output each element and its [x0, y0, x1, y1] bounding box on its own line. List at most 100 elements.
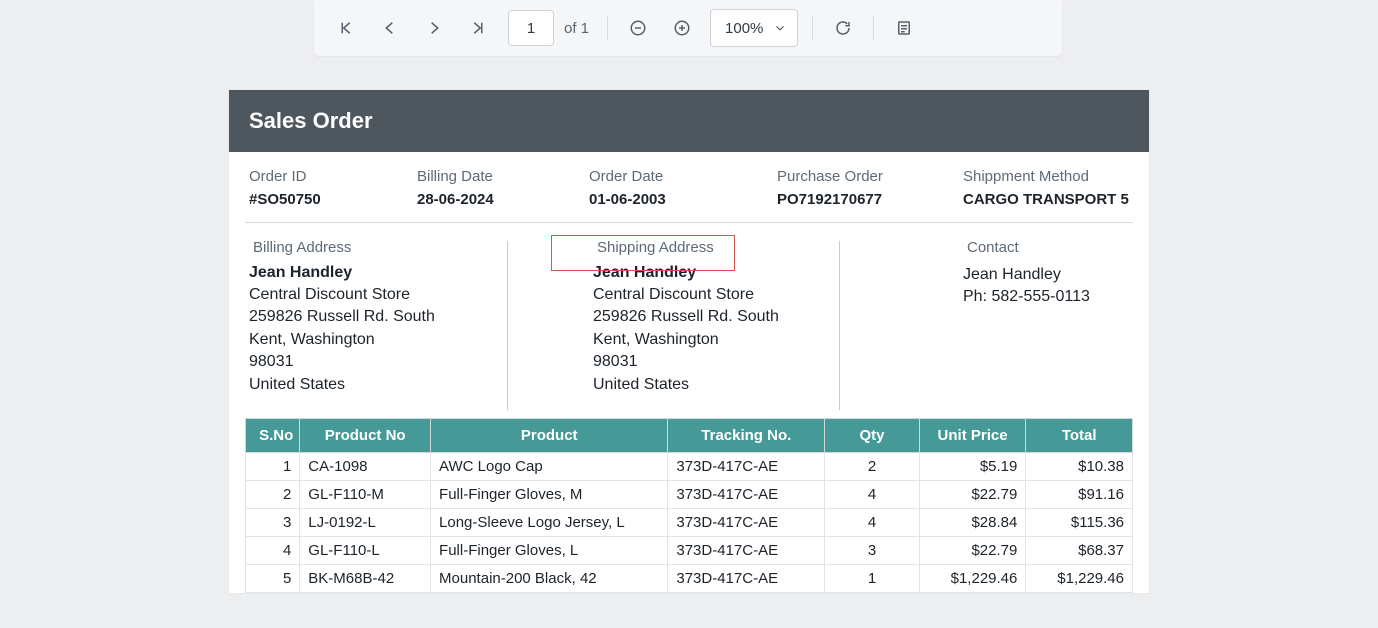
first-page-button[interactable] — [326, 8, 366, 48]
col-total: Total — [1026, 418, 1133, 452]
cell-qty: 1 — [825, 564, 920, 592]
col-tracking: Tracking No. — [668, 418, 825, 452]
zoom-in-button[interactable] — [662, 8, 702, 48]
meta-section: Order ID #SO50750 Billing Date 28-06-202… — [229, 152, 1149, 222]
billing-name: Jean Handley — [249, 264, 569, 282]
report-title: Sales Order — [229, 90, 1149, 152]
table-row: 1CA-1098AWC Logo Cap373D-417C-AE2$5.19$1… — [246, 452, 1133, 480]
cell-productno: BK-M68B-42 — [300, 564, 431, 592]
page-icon — [895, 19, 913, 37]
page-total-label: of 1 — [564, 20, 589, 37]
page-number-input[interactable] — [508, 10, 554, 46]
billing-country: United States — [249, 374, 569, 396]
cell-unitprice: $22.79 — [919, 480, 1026, 508]
chevron-right-icon — [425, 19, 443, 37]
report-toolbar: of 1 100% — [314, 0, 1062, 56]
cell-productno: GL-F110-L — [300, 536, 431, 564]
billing-date-label: Billing Date — [417, 168, 589, 185]
contact-title: Contact — [963, 239, 1129, 256]
ship-method-label: Shippment Method — [963, 168, 1129, 185]
cell-productno: CA-1098 — [300, 452, 431, 480]
chevron-left-icon — [381, 19, 399, 37]
cell-sno: 2 — [246, 480, 300, 508]
last-page-button[interactable] — [458, 8, 498, 48]
cell-qty: 4 — [825, 480, 920, 508]
cell-total: $1,229.46 — [1026, 564, 1133, 592]
last-page-icon — [469, 19, 487, 37]
shipping-country: United States — [593, 374, 909, 396]
table-header-row: S.No Product No Product Tracking No. Qty… — [246, 418, 1133, 452]
contact-phone: Ph: 582-555-0113 — [963, 286, 1129, 308]
cell-tracking: 373D-417C-AE — [668, 480, 825, 508]
billing-address: Billing Address Jean Handley Central Dis… — [249, 239, 569, 396]
address-section: Billing Address Jean Handley Central Dis… — [229, 223, 1149, 406]
table-row: 3LJ-0192-LLong-Sleeve Logo Jersey, L373D… — [246, 508, 1133, 536]
cell-tracking: 373D-417C-AE — [668, 508, 825, 536]
cell-product: Long-Sleeve Logo Jersey, L — [431, 508, 668, 536]
table-row: 5BK-M68B-42Mountain-200 Black, 42373D-41… — [246, 564, 1133, 592]
cell-sno: 4 — [246, 536, 300, 564]
refresh-button[interactable] — [823, 8, 863, 48]
cell-unitprice: $1,229.46 — [919, 564, 1026, 592]
cell-tracking: 373D-417C-AE — [668, 452, 825, 480]
cell-product: Mountain-200 Black, 42 — [431, 564, 668, 592]
cell-product: AWC Logo Cap — [431, 452, 668, 480]
col-qty: Qty — [825, 418, 920, 452]
prev-page-button[interactable] — [370, 8, 410, 48]
toolbar-divider — [607, 16, 608, 40]
cell-total: $115.36 — [1026, 508, 1133, 536]
cell-tracking: 373D-417C-AE — [668, 564, 825, 592]
order-id-value: #SO50750 — [249, 191, 417, 208]
purchase-order-label: Purchase Order — [777, 168, 963, 185]
order-id-label: Order ID — [249, 168, 417, 185]
billing-address-title: Billing Address — [249, 239, 569, 256]
billing-date-value: 28-06-2024 — [417, 191, 589, 208]
zoom-out-button[interactable] — [618, 8, 658, 48]
cell-sno: 3 — [246, 508, 300, 536]
shipping-street: 259826 Russell Rd. South — [593, 306, 909, 328]
table-row: 4GL-F110-LFull-Finger Gloves, L373D-417C… — [246, 536, 1133, 564]
cell-qty: 3 — [825, 536, 920, 564]
refresh-icon — [834, 19, 852, 37]
next-page-button[interactable] — [414, 8, 454, 48]
cell-sno: 1 — [246, 452, 300, 480]
cell-tracking: 373D-417C-AE — [668, 536, 825, 564]
purchase-order-value: PO7192170677 — [777, 191, 963, 208]
shipping-address-title: Shipping Address — [593, 239, 909, 256]
billing-zip: 98031 — [249, 351, 569, 373]
shipping-zip: 98031 — [593, 351, 909, 373]
col-sno: S.No — [246, 418, 300, 452]
cell-total: $10.38 — [1026, 452, 1133, 480]
cell-productno: GL-F110-M — [300, 480, 431, 508]
chevron-down-icon — [773, 21, 787, 35]
shipping-store: Central Discount Store — [593, 284, 909, 306]
zoom-select[interactable]: 100% — [710, 9, 798, 47]
contact-block: Contact Jean Handley Ph: 582-555-0113 — [909, 239, 1129, 396]
cell-productno: LJ-0192-L — [300, 508, 431, 536]
items-table: S.No Product No Product Tracking No. Qty… — [245, 418, 1133, 593]
first-page-icon — [337, 19, 355, 37]
page-setup-button[interactable] — [884, 8, 924, 48]
order-date-value: 01-06-2003 — [589, 191, 777, 208]
billing-store: Central Discount Store — [249, 284, 569, 306]
cell-product: Full-Finger Gloves, L — [431, 536, 668, 564]
ship-method-value: CARGO TRANSPORT 5 — [963, 191, 1129, 208]
minus-circle-icon — [629, 19, 647, 37]
cell-qty: 4 — [825, 508, 920, 536]
shipping-city: Kent, Washington — [593, 329, 909, 351]
billing-street: 259826 Russell Rd. South — [249, 306, 569, 328]
toolbar-divider — [812, 16, 813, 40]
cell-unitprice: $28.84 — [919, 508, 1026, 536]
cell-sno: 5 — [246, 564, 300, 592]
cell-total: $91.16 — [1026, 480, 1133, 508]
contact-name: Jean Handley — [963, 264, 1129, 286]
toolbar-divider — [873, 16, 874, 40]
col-productno: Product No — [300, 418, 431, 452]
col-unitprice: Unit Price — [919, 418, 1026, 452]
report-document: Sales Order Order ID #SO50750 Billing Da… — [229, 90, 1149, 593]
cell-unitprice: $22.79 — [919, 536, 1026, 564]
cell-product: Full-Finger Gloves, M — [431, 480, 668, 508]
order-date-label: Order Date — [589, 168, 777, 185]
billing-city: Kent, Washington — [249, 329, 569, 351]
plus-circle-icon — [673, 19, 691, 37]
